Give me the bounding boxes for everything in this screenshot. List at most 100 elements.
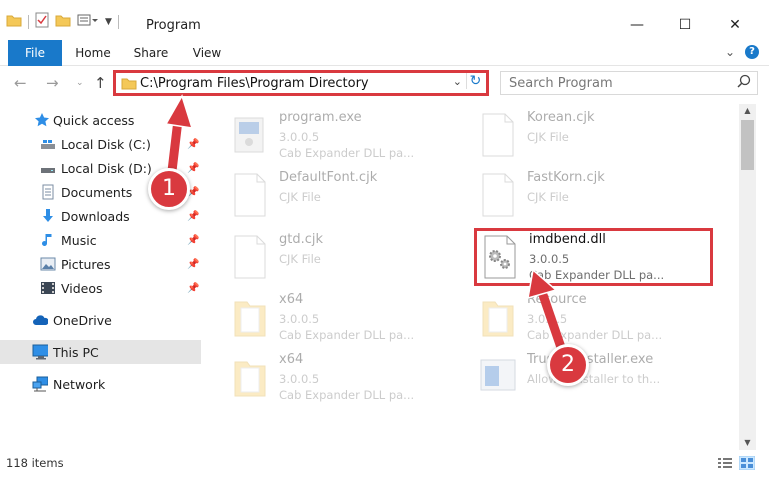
sidebar-item-videos[interactable]: Videos 📌: [0, 276, 201, 300]
minimize-button[interactable]: —: [614, 10, 660, 40]
sidebar-item-music[interactable]: Music 📌: [0, 228, 201, 252]
search-placeholder: Search Program: [509, 76, 613, 91]
customize-toolbar-icon[interactable]: [77, 13, 99, 30]
pin-icon: 📌: [187, 282, 200, 294]
file-item-korean-cjk[interactable]: Korean.cjk CJK File: [475, 106, 725, 164]
toolbar-separator: [28, 14, 29, 29]
file-version: 3.0.0.5: [279, 130, 320, 144]
file-name: x64: [279, 352, 304, 367]
step-2-badge: 2: [547, 344, 589, 386]
file-name: program.exe: [279, 110, 362, 125]
status-bar: 118 items: [0, 452, 769, 474]
drive-icon: [40, 136, 56, 152]
star-icon: [34, 112, 50, 128]
sidebar-item-network[interactable]: Network: [0, 372, 201, 396]
navigation-pane: Quick access Local Disk (C:) 📌 Local Dis…: [0, 104, 205, 450]
pictures-icon: [40, 256, 56, 272]
window-title: Program: [146, 18, 201, 33]
tab-home[interactable]: Home: [70, 40, 116, 66]
sidebar-item-label: Downloads: [61, 208, 130, 224]
document-file-icon: [231, 172, 269, 218]
quick-access-toolbar: ▼: [6, 12, 119, 31]
sidebar-item-pictures[interactable]: Pictures 📌: [0, 252, 201, 276]
sidebar-item-local-disk-c[interactable]: Local Disk (C:) 📌: [0, 132, 201, 156]
file-name: DefaultFont.cjk: [279, 170, 378, 185]
document-file-icon: [479, 112, 517, 158]
file-item-trustedinstaller-exe[interactable]: TrustedInstaller.exe AllowedInstaller to…: [475, 348, 725, 406]
tiles-view-icon[interactable]: [738, 455, 756, 473]
recent-locations-icon[interactable]: ⌄: [76, 78, 84, 88]
file-description: Cab Expander DLL pa...: [279, 328, 415, 342]
file-type: CJK File: [279, 190, 321, 204]
new-folder-icon[interactable]: [55, 13, 71, 30]
up-arrow-icon[interactable]: ↑: [94, 74, 107, 92]
file-type: CJK File: [279, 252, 321, 266]
sidebar-item-label: This PC: [53, 344, 99, 360]
details-view-icon[interactable]: [717, 456, 733, 473]
toolbar-dropdown-icon[interactable]: ▼: [105, 17, 112, 27]
sidebar-item-label: Documents: [61, 184, 133, 200]
file-item-x64[interactable]: x64 3.0.0.5 Cab Expander DLL pa...: [227, 288, 477, 346]
file-name: Resource: [527, 292, 587, 307]
folder-icon: [479, 294, 517, 340]
help-icon[interactable]: ?: [745, 45, 759, 59]
pin-icon: 📌: [187, 234, 200, 246]
sidebar-item-label: Local Disk (D:): [61, 160, 152, 176]
sidebar-item-this-pc[interactable]: This PC: [0, 340, 201, 364]
tab-share[interactable]: Share: [128, 40, 174, 66]
view-switcher: [717, 455, 756, 473]
maximize-button[interactable]: ☐: [662, 10, 708, 40]
forward-arrow-icon[interactable]: →: [46, 74, 59, 92]
documents-icon: [40, 184, 56, 200]
sidebar-item-onedrive[interactable]: OneDrive: [0, 308, 201, 332]
sidebar-item-label: Network: [53, 376, 106, 392]
file-item-fastkorn-cjk[interactable]: FastKorn.cjk CJK File: [475, 166, 725, 224]
toolbar-separator: [117, 14, 119, 29]
file-item-defaultfont-cjk[interactable]: DefaultFont.cjk CJK File: [227, 166, 477, 224]
address-dropdown-icon[interactable]: ⌄: [453, 75, 462, 88]
address-bar[interactable]: C:\Program Files\Program Directory ⌄ ↻: [113, 70, 489, 96]
folder-icon: [231, 294, 269, 340]
ribbon: File Home Share View ⌄ ?: [0, 40, 769, 66]
file-item-x64-2[interactable]: x64 3.0.0.5 Cab Expander DLL pa...: [227, 348, 477, 406]
tab-view[interactable]: View: [184, 40, 230, 66]
file-description: AllowedInstaller to th...: [527, 372, 661, 386]
document-file-icon: [231, 234, 269, 280]
file-name: x64: [279, 292, 304, 307]
back-arrow-icon[interactable]: ←: [14, 74, 27, 92]
scroll-down-icon[interactable]: ▼: [739, 436, 756, 450]
videos-icon: [40, 280, 56, 296]
file-item-program-exe[interactable]: program.exe 3.0.0.5 Cab Expander DLL pa.…: [227, 106, 477, 164]
drive-icon: [40, 160, 56, 176]
file-version: 3.0.0.5: [279, 372, 320, 386]
tab-file[interactable]: File: [8, 40, 62, 66]
file-name: gtd.cjk: [279, 232, 324, 247]
refresh-icon[interactable]: ↻: [466, 73, 484, 89]
address-path[interactable]: C:\Program Files\Program Directory: [140, 76, 369, 91]
folder-icon: [231, 354, 269, 400]
scroll-up-icon[interactable]: ▲: [739, 104, 756, 118]
close-button[interactable]: ✕: [712, 10, 758, 40]
window-bottom-edge: [0, 474, 769, 487]
file-description: Cab Expander DLL pa...: [527, 328, 663, 342]
file-item-resource[interactable]: Resource 3.0.0.5 Cab Expander DLL pa...: [475, 288, 725, 346]
computer-icon: [32, 344, 48, 360]
search-input[interactable]: Search Program: [500, 71, 758, 95]
folder-icon[interactable]: [6, 13, 22, 30]
installer-file-icon: [479, 354, 517, 400]
ribbon-controls: ⌄ ?: [725, 45, 759, 59]
file-version: 3.0.0.5: [279, 312, 320, 326]
vertical-scrollbar[interactable]: ▲ ▼: [739, 104, 756, 450]
file-type: CJK File: [527, 130, 569, 144]
sidebar-item-label: Pictures: [61, 256, 111, 272]
download-icon: [40, 208, 56, 224]
expand-ribbon-icon[interactable]: ⌄: [725, 45, 735, 59]
sidebar-item-quick-access[interactable]: Quick access: [0, 108, 201, 132]
cloud-icon: [32, 312, 48, 328]
file-item-gtd-cjk[interactable]: gtd.cjk CJK File: [227, 228, 477, 286]
sidebar-item-label: Music: [61, 232, 97, 248]
properties-icon[interactable]: [35, 12, 49, 31]
file-name: TrustedInstaller.exe: [527, 352, 654, 367]
scroll-thumb[interactable]: [741, 120, 754, 170]
file-name: FastKorn.cjk: [527, 170, 605, 185]
